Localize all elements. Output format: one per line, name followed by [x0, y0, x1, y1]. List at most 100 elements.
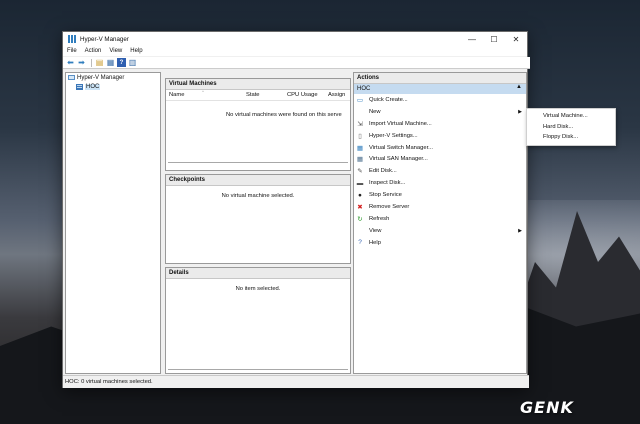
- quick-create-icon: ▭: [356, 96, 364, 104]
- folder-up-icon[interactable]: ▤: [95, 58, 104, 67]
- san-icon: ▦: [356, 156, 364, 164]
- toolbar: ⬅ ➡ ▤ ▦ ? ▥: [63, 57, 530, 69]
- action-label: Hyper-V Settings...: [369, 132, 418, 139]
- action-label: Stop Service: [369, 192, 402, 199]
- virtual-machines-pane: Virtual Machines Name State CPU Usage As…: [165, 78, 351, 171]
- refresh-icon: ↻: [357, 215, 363, 223]
- action-list: ▭ Quick Create... New ▶ ⇲ Import Virtual Mach…: [354, 94, 526, 249]
- actions-group-label: HOC: [357, 86, 371, 92]
- details-pane: Details No item selected.: [165, 267, 351, 374]
- column-state[interactable]: State: [243, 92, 284, 98]
- details-horizontal-scrollbar[interactable]: [168, 368, 348, 371]
- hyper-v-app-icon: [68, 35, 76, 43]
- submenu-virtual-machine[interactable]: Virtual Machine...: [527, 111, 615, 122]
- server-icon: [76, 83, 83, 90]
- actions-group-host[interactable]: HOC ▲: [354, 84, 526, 94]
- action-label: Quick Create...: [369, 96, 408, 103]
- actions-header: Actions: [354, 73, 526, 84]
- close-button[interactable]: ✕: [505, 32, 527, 46]
- submenu-arrow-icon: ▶: [518, 227, 522, 234]
- menu-view[interactable]: View: [105, 48, 126, 54]
- actions-pane: Actions HOC ▲ ▭ Quick Create... New ▶ ⇲ Impor…: [353, 72, 527, 374]
- menu-bar: File Action View Help: [63, 46, 527, 56]
- help-icon: ?: [358, 239, 362, 247]
- menu-file[interactable]: File: [63, 48, 81, 54]
- forward-arrow-icon[interactable]: ➡: [77, 58, 86, 67]
- hyper-v-manager-icon: [68, 74, 75, 80]
- tree-item-label: HOC: [85, 83, 101, 90]
- action-label: Virtual SAN Manager...: [369, 156, 428, 163]
- console-tree-icon[interactable]: ▦: [106, 58, 115, 67]
- properties-icon[interactable]: ▥: [128, 58, 137, 67]
- submenu-floppy-disk[interactable]: Floppy Disk...: [527, 132, 615, 143]
- toolbar-separator: [91, 58, 92, 67]
- submenu-hard-disk[interactable]: Hard Disk...: [527, 122, 615, 133]
- status-text: HOC: 0 virtual machines selected.: [65, 379, 153, 385]
- details-empty-message: No item selected.: [235, 286, 281, 292]
- title-bar[interactable]: Hyper-V Manager — ☐ ✕: [63, 32, 527, 46]
- action-label: Help: [369, 239, 381, 246]
- vm-horizontal-scrollbar[interactable]: [168, 161, 348, 164]
- watermark-text: GENK: [520, 398, 574, 417]
- navigation-tree: Hyper-V Manager HOC: [65, 72, 161, 374]
- action-label: Inspect Disk...: [369, 180, 406, 187]
- checkpoints-pane: Checkpoints No virtual machine selected.: [165, 174, 351, 264]
- remove-icon: ✖: [357, 203, 363, 211]
- vm-empty-message: No virtual machines were found on this s…: [226, 112, 342, 118]
- stop-icon: ●: [358, 191, 362, 199]
- action-label: New: [369, 108, 381, 115]
- menu-help[interactable]: Help: [126, 48, 146, 54]
- column-name[interactable]: Name: [166, 92, 243, 98]
- action-virtual-san-manager[interactable]: ▦ Virtual SAN Manager...: [354, 153, 526, 165]
- tree-item-label: Hyper-V Manager: [77, 74, 125, 81]
- action-edit-disk[interactable]: ✎ Edit Disk...: [354, 165, 526, 177]
- virtual-machines-header: Virtual Machines: [166, 79, 350, 90]
- column-cpu-usage[interactable]: CPU Usage: [284, 92, 325, 98]
- inspect-disk-icon: ▬: [356, 179, 364, 187]
- import-icon: ⇲: [357, 120, 363, 128]
- action-remove-server[interactable]: ✖ Remove Server: [354, 201, 526, 213]
- action-help[interactable]: ? Help: [354, 237, 526, 249]
- switch-icon: ▦: [356, 144, 364, 152]
- maximize-button[interactable]: ☐: [483, 32, 505, 46]
- collapse-up-icon[interactable]: ▲: [516, 84, 522, 90]
- new-submenu: Virtual Machine... Hard Disk... Floppy D…: [526, 108, 616, 146]
- tree-item-host[interactable]: HOC: [66, 82, 160, 91]
- center-panes: Virtual Machines Name State CPU Usage As…: [165, 78, 351, 374]
- checkpoints-header: Checkpoints: [166, 175, 350, 186]
- help-icon[interactable]: ?: [117, 58, 126, 67]
- action-hyper-v-settings[interactable]: ▯ Hyper-V Settings...: [354, 130, 526, 142]
- minimize-button[interactable]: —: [461, 32, 483, 46]
- hyper-v-manager-window: Hyper-V Manager — ☐ ✕ File Action View H…: [62, 31, 530, 388]
- blank-icon-slot: [356, 227, 364, 235]
- blank-icon-slot: [356, 108, 364, 116]
- sort-indicator-icon: ^: [202, 89, 204, 94]
- action-inspect-disk[interactable]: ▬ Inspect Disk...: [354, 177, 526, 189]
- genk-watermark-logo: GENK: [520, 398, 574, 417]
- window-title: Hyper-V Manager: [80, 35, 129, 43]
- action-stop-service[interactable]: ● Stop Service: [354, 189, 526, 201]
- vm-column-headers: Name State CPU Usage Assign ^: [166, 89, 350, 101]
- settings-icon: ▯: [358, 132, 362, 140]
- action-label: Import Virtual Machine...: [369, 120, 432, 127]
- action-label: Virtual Switch Manager...: [369, 144, 434, 151]
- column-assigned-memory[interactable]: Assign: [325, 92, 348, 98]
- menu-action[interactable]: Action: [81, 48, 106, 54]
- checkpoints-empty-message: No virtual machine selected.: [221, 193, 295, 199]
- action-refresh[interactable]: ↻ Refresh: [354, 213, 526, 225]
- action-virtual-switch-manager[interactable]: ▦ Virtual Switch Manager...: [354, 142, 526, 154]
- submenu-arrow-icon: ▶: [518, 108, 522, 115]
- action-new[interactable]: New ▶: [354, 106, 526, 118]
- action-label: Edit Disk...: [369, 168, 397, 175]
- status-bar: HOC: 0 virtual machines selected.: [63, 375, 529, 388]
- back-arrow-icon[interactable]: ⬅: [66, 58, 75, 67]
- action-quick-create[interactable]: ▭ Quick Create...: [354, 94, 526, 106]
- tree-item-hyper-v-manager[interactable]: Hyper-V Manager: [66, 73, 160, 82]
- action-label: Refresh: [369, 215, 390, 222]
- action-import-virtual-machine[interactable]: ⇲ Import Virtual Machine...: [354, 118, 526, 130]
- action-view[interactable]: View ▶: [354, 225, 526, 237]
- details-header: Details: [166, 268, 350, 279]
- action-label: Remove Server: [369, 203, 410, 210]
- edit-disk-icon: ✎: [357, 168, 363, 176]
- action-label: View: [369, 227, 382, 234]
